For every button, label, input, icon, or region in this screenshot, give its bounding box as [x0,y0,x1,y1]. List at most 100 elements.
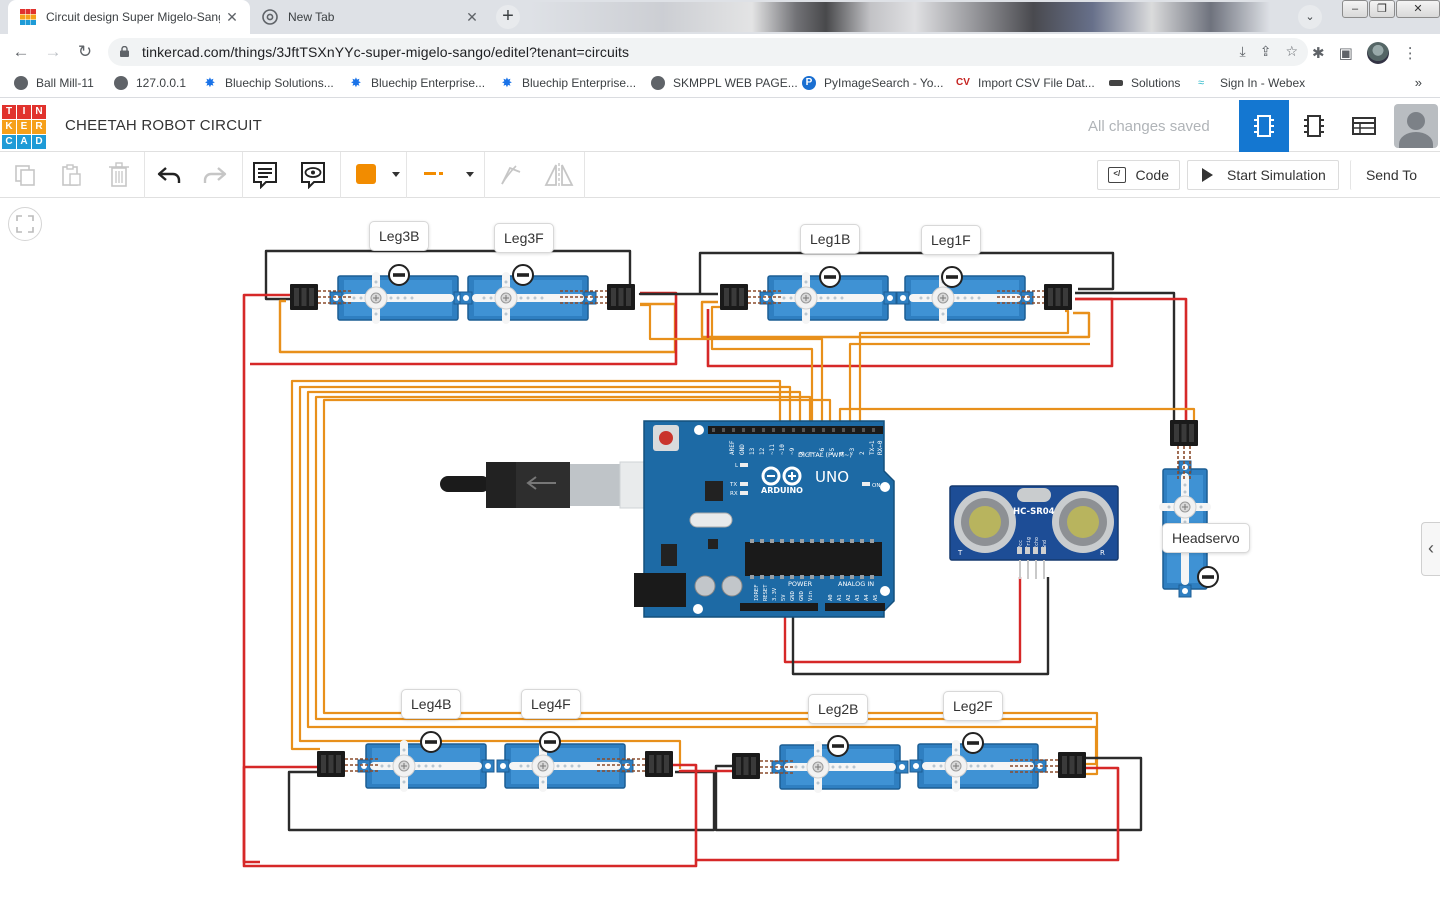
bookmark-skmppl[interactable]: SKMPPL WEB PAGE... [651,76,798,90]
servo-leg1b[interactable] [720,266,896,320]
extensions-puzzle-icon[interactable]: ✱ [1312,44,1325,62]
arduino-power-pin: GND [790,591,796,601]
arduino-power-pin: 5V [781,594,787,601]
label-leg2f[interactable]: Leg2F [943,691,1003,721]
profile-avatar[interactable] [1366,42,1389,64]
side-panel-icon[interactable]: ▣ [1339,44,1353,62]
label-leg3b[interactable]: Leg3B [369,221,430,251]
wire-type-icon[interactable] [424,172,450,176]
usb-cable[interactable] [440,461,679,509]
bookmark-bluechip-solutions[interactable]: ✸ Bluechip Solutions... [203,76,334,91]
share-icon[interactable]: ⇪ [1260,43,1272,60]
design-title[interactable]: CHEETAH ROBOT CIRCUIT [65,117,262,134]
servo-leg1f[interactable] [897,266,1072,320]
code-button[interactable]: </ Code [1097,160,1180,190]
bookmark-import-csv[interactable]: CV Import CSV File Dat... [956,76,1095,90]
toolbar-separator [242,152,243,198]
logo-letter: D [32,135,46,149]
wire-color-swatch[interactable] [356,164,376,184]
circuit-view-icon [1254,115,1274,137]
minimize-icon[interactable]: – [1342,0,1368,18]
arduino-uno-board[interactable]: AREF GND 13 12 ~11 ~10 ~9 8 7 ~6 ~5 4 ~3… [634,420,895,618]
close-tab-icon[interactable]: ✕ [220,9,244,26]
rotate-button[interactable] [496,160,526,190]
more-bookmarks-icon[interactable]: » [1415,75,1422,90]
servo-leg3f[interactable] [460,264,635,320]
install-icon[interactable]: ⤓ [1240,43,1246,60]
window-controls: – ❐ ✕ [1341,0,1440,20]
bookmark-solutions[interactable]: Solutions [1109,76,1180,90]
wire-type-dropdown-chevron-icon[interactable] [466,172,474,177]
webex-icon: ≈ [1198,77,1205,89]
note-button[interactable] [250,160,280,190]
undo-button[interactable] [154,160,184,190]
arduino-digital-label: DIGITAL (PWM~) [798,451,852,459]
bookmark-localhost[interactable]: 127.0.0.1 [114,76,186,90]
user-avatar[interactable] [1394,104,1438,148]
back-arrow-icon[interactable]: ← [10,42,32,64]
redo-button[interactable] [200,160,230,190]
bar-icon [1109,80,1123,86]
tinkercad-logo[interactable]: T I N K E R C A D [2,105,46,149]
servo-headservo[interactable] [1163,420,1219,597]
label-headservo[interactable]: Headservo [1162,523,1250,553]
bookmark-bluechip-enterprise-2[interactable]: ✸ Bluechip Enterprise... [500,75,637,91]
servo-leg2b[interactable] [732,735,908,789]
paste-button[interactable] [56,160,86,190]
bookmark-webex[interactable]: ≈ Sign In - Webex [1198,76,1305,90]
forward-arrow-icon[interactable]: → [42,42,64,64]
schematic-view-button[interactable] [1289,100,1339,152]
toolbar-separator [584,152,585,198]
new-tab-button[interactable]: + [496,5,520,29]
label-leg4f[interactable]: Leg4F [521,689,581,719]
reload-icon[interactable]: ↻ [74,42,96,64]
eye-note-icon [301,162,325,189]
servo-leg2f[interactable] [910,732,1086,788]
close-window-icon[interactable]: ✕ [1396,0,1440,18]
chrome-menu-icon[interactable]: ⋮ [1403,44,1418,62]
url-omnibox[interactable]: tinkercad.com/things/3JftTSXnYYc-super-m… [108,38,1308,66]
component-list-button[interactable] [1339,100,1389,152]
servo-leg3b[interactable] [290,264,466,320]
label-leg2b[interactable]: Leg2B [808,694,869,724]
browser-tab-strip: Circuit design Super Migelo-Sango ✕ New … [0,0,1440,34]
logo-letter: K [2,120,16,134]
label-leg1b[interactable]: Leg1B [800,224,861,254]
bookmark-star-icon[interactable]: ☆ [1285,43,1298,60]
copy-button[interactable] [10,160,40,190]
color-dropdown-chevron-icon[interactable] [392,172,400,177]
send-to-button[interactable]: Send To [1350,160,1432,190]
arduino-tx-label: TX [729,482,737,488]
delete-button[interactable] [104,160,134,190]
toolbar-separator [340,152,341,198]
sparkle-icon: ✸ [501,75,513,90]
tab-search-button[interactable]: ⌄ [1298,5,1322,29]
circuit-canvas[interactable]: ‹ AREF GND 13 12 ~11 ~10 ~9 8 7 ~6 ~5 4 … [0,199,1440,900]
sparkle-icon: ✸ [350,75,362,90]
arduino-power-pin: GND [799,591,805,601]
tab-title: Circuit design Super Migelo-Sango [46,10,220,24]
blurred-background-thumbnails [530,2,1270,32]
send-to-label: Send To [1365,167,1418,183]
bookmark-ball-mill[interactable]: Ball Mill-11 [14,76,94,90]
bookmark-bluechip-enterprise-1[interactable]: ✸ Bluechip Enterprise... [349,75,486,91]
bookmark-pyimagesearch[interactable]: P PyImageSearch - Yo... [802,76,943,90]
circuit-view-button[interactable] [1239,100,1289,152]
close-tab-icon[interactable]: ✕ [460,9,484,26]
label-leg1f[interactable]: Leg1F [921,225,981,255]
flip-button[interactable] [544,160,574,190]
hc-sr04-sensor[interactable]: HC-SR04 Vcc Trig Echo Gnd T R [949,485,1119,579]
toggle-notes-button[interactable] [298,160,328,190]
paste-icon [62,164,81,186]
arduino-digital-pin: 12 [759,447,766,455]
play-icon [1202,168,1213,182]
label-leg3f[interactable]: Leg3F [494,223,554,253]
arduino-power-label: POWER [788,580,813,588]
restore-icon[interactable]: ❐ [1369,0,1395,18]
tab-new-tab[interactable]: New Tab ✕ [250,0,490,34]
tab-circuit-design[interactable]: Circuit design Super Migelo-Sango ✕ [8,0,250,34]
arduino-digital-pin: GND [739,444,746,455]
label-leg4b[interactable]: Leg4B [401,689,462,719]
editor-toolbar: </ Code Start Simulation Send To [0,152,1440,198]
start-simulation-button[interactable]: Start Simulation [1187,160,1339,190]
